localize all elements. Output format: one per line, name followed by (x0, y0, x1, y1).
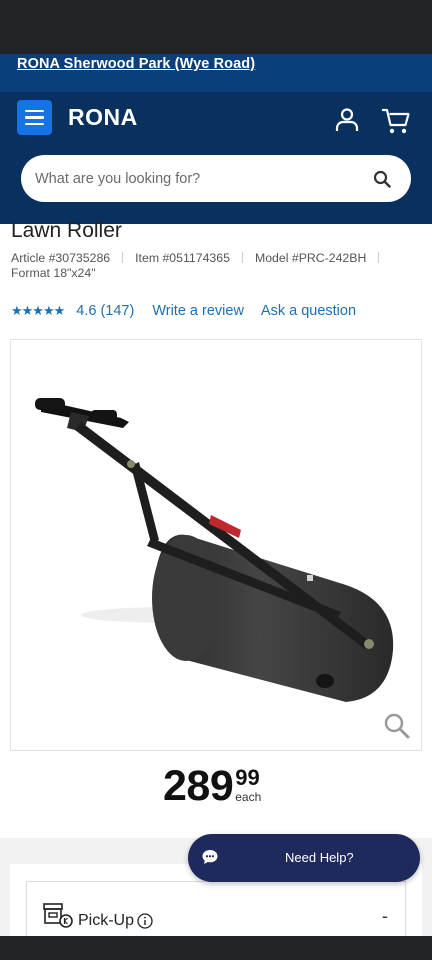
product-identifiers: Article #30735286 Item #051174365 Model #P… (11, 251, 431, 281)
price: 289 99 each (163, 760, 261, 812)
need-help-button[interactable]: Need Help? (188, 834, 420, 882)
cart-icon[interactable] (380, 106, 412, 136)
rating-value[interactable]: 4.6 (147) (76, 303, 134, 319)
divider (241, 252, 243, 263)
store-bar: RONA Sherwood Park (Wye Road) (0, 54, 432, 92)
rating-row: ★★★★★ 4.6 (147) Write a review Ask a que… (11, 301, 373, 321)
item-number: Item #051174365 (135, 251, 230, 265)
star-rating-icon[interactable]: ★★★★★ (11, 303, 65, 319)
search-icon[interactable] (373, 170, 391, 188)
model-number: Model #PRC-242BH (254, 251, 367, 265)
menu-icon-bar (25, 109, 44, 113)
store-icon (43, 903, 73, 928)
divider (378, 252, 380, 263)
write-review-link[interactable]: Write a review (152, 303, 244, 319)
product-format: Format 18"x24" (11, 266, 96, 280)
product-image[interactable] (10, 339, 422, 751)
divider (122, 252, 124, 263)
menu-icon-bar (25, 122, 44, 126)
need-help-label: Need Help? (285, 850, 354, 865)
ask-question-link[interactable]: Ask a question (261, 303, 356, 319)
chat-icon (202, 850, 218, 864)
store-link[interactable]: RONA Sherwood Park (Wye Road) (17, 56, 255, 72)
price-cents: 99 (235, 765, 260, 790)
collapse-icon[interactable]: - (382, 906, 388, 927)
info-icon[interactable] (137, 913, 153, 929)
search-box[interactable] (21, 155, 411, 202)
price-unit: each (235, 790, 262, 804)
account-icon[interactable] (333, 106, 361, 134)
price-dollars: 289 (163, 762, 234, 810)
article-number: Article #30735286 (11, 251, 111, 265)
menu-button[interactable] (17, 100, 52, 135)
pickup-label: Pick-Up (78, 912, 135, 929)
system-nav-bar (0, 936, 432, 960)
zoom-icon[interactable] (383, 712, 411, 740)
price-cents-group: 99 each (235, 765, 262, 805)
site-header: RONA (0, 92, 432, 224)
search-input[interactable] (35, 155, 355, 202)
rona-logo[interactable]: RONA (68, 104, 138, 131)
status-bar (0, 0, 432, 54)
product-title: Lawn Roller (11, 219, 122, 242)
menu-icon-bar (25, 116, 44, 119)
lawn-roller-image (35, 398, 394, 702)
